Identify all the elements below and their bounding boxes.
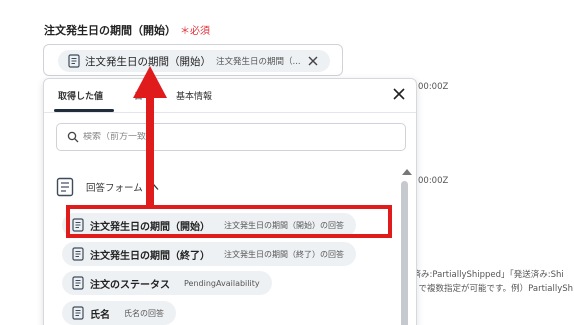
background-text-4: りで複数指定が可能です。例）PartiallySh	[410, 284, 574, 294]
background-text-3: 送済み:PartiallyShipped」「発送済み:Shi	[404, 270, 564, 280]
item-title: 注文発生日の期間（終了）	[90, 250, 210, 262]
value-picker-dialog: 取得した値 日 基本情報 回答フォーム	[43, 78, 417, 325]
list-item[interactable]: 注文のステータス PendingAvailability	[62, 271, 272, 295]
background-text-2: 00:00Z	[418, 176, 449, 186]
item-title: 氏名	[90, 309, 110, 321]
tab-acquired-values[interactable]: 取得した値	[58, 89, 103, 102]
annotation-arrow-shaft	[146, 92, 154, 207]
list-item[interactable]: 注文発生日の期間（終了） 注文発生日の期間（終了）の回答	[62, 242, 356, 266]
item-subtitle: 氏名の回答	[124, 308, 164, 318]
item-subtitle: PendingAvailability	[184, 278, 260, 288]
field-label: 注文発生日の期間（開始） ＊必須	[44, 22, 210, 38]
close-icon[interactable]	[306, 54, 320, 68]
document-icon	[72, 306, 84, 320]
document-icon	[72, 247, 84, 261]
tab-divider	[44, 112, 416, 113]
document-icon	[56, 177, 74, 197]
group-label: 回答フォーム	[86, 183, 143, 194]
selected-value-chip[interactable]: 注文発生日の期間（開始） 注文発生日の期間（...	[58, 50, 330, 72]
selected-value-field[interactable]: 注文発生日の期間（開始） 注文発生日の期間（...	[43, 44, 343, 76]
item-title: 注文のステータス	[90, 279, 170, 291]
chip-subtitle: 注文発生日の期間（...	[216, 57, 301, 67]
close-icon[interactable]	[392, 87, 406, 101]
group-answer-form[interactable]: 回答フォーム	[56, 177, 159, 197]
tab-basic-info[interactable]: 基本情報	[176, 89, 212, 102]
highlight-box	[66, 205, 392, 238]
annotation-arrow-head	[133, 66, 167, 98]
document-icon	[72, 276, 84, 290]
list-item[interactable]: 氏名 氏名の回答	[62, 301, 176, 325]
required-mark: ＊必須	[180, 26, 210, 37]
background-text-1: 00:00Z	[418, 82, 449, 92]
search-icon	[67, 131, 79, 143]
scroll-up-arrow-icon[interactable]	[402, 169, 412, 175]
document-icon	[68, 54, 80, 68]
search-box[interactable]	[56, 123, 406, 151]
field-label-text: 注文発生日の期間（開始）	[44, 24, 176, 37]
search-input[interactable]	[83, 132, 383, 142]
scrollbar-thumb[interactable]	[401, 181, 408, 325]
item-subtitle: 注文発生日の期間（終了）の回答	[224, 249, 344, 259]
